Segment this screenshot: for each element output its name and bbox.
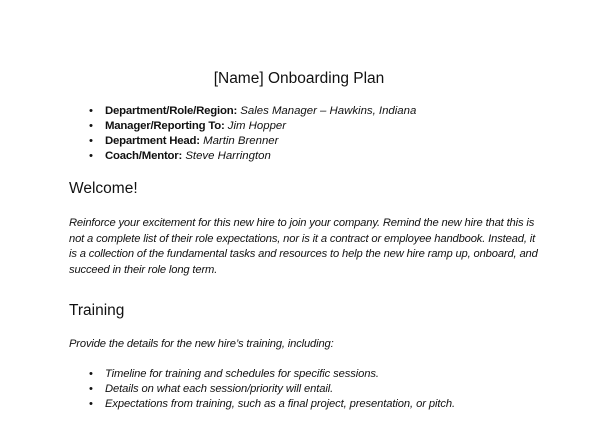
training-intro: Provide the details for the new hire’s t… (69, 338, 334, 350)
list-item: Expectations from training, such as a fi… (89, 397, 455, 412)
employee-info-list: Department/Role/Region: Sales Manager – … (89, 104, 416, 164)
info-label: Manager/Reporting To: (105, 120, 225, 132)
info-label: Department/Role/Region: (105, 105, 238, 117)
info-item-manager: Manager/Reporting To: Jim Hopper (89, 119, 416, 134)
welcome-heading: Welcome! (69, 180, 138, 197)
info-value: Steve Harrington (185, 150, 271, 162)
info-label: Department Head: (105, 135, 200, 147)
info-item-department-head: Department Head: Martin Brenner (89, 134, 416, 149)
list-item: Details on what each session/priority wi… (89, 382, 455, 397)
document-page: [Name] Onboarding Plan Department/Role/R… (0, 0, 598, 436)
list-item: Timeline for training and schedules for … (89, 367, 455, 382)
info-value: Martin Brenner (203, 135, 279, 147)
info-value: Sales Manager – Hawkins, Indiana (240, 105, 417, 117)
info-item-coach: Coach/Mentor: Steve Harrington (89, 149, 416, 164)
training-list: Timeline for training and schedules for … (89, 367, 455, 412)
info-value: Jim Hopper (227, 120, 287, 132)
info-label: Coach/Mentor: (105, 150, 183, 162)
training-heading: Training (69, 302, 125, 319)
welcome-paragraph: Reinforce your excitement for this new h… (69, 217, 538, 276)
document-title: [Name] Onboarding Plan (213, 70, 385, 87)
info-item-department: Department/Role/Region: Sales Manager – … (89, 104, 416, 119)
